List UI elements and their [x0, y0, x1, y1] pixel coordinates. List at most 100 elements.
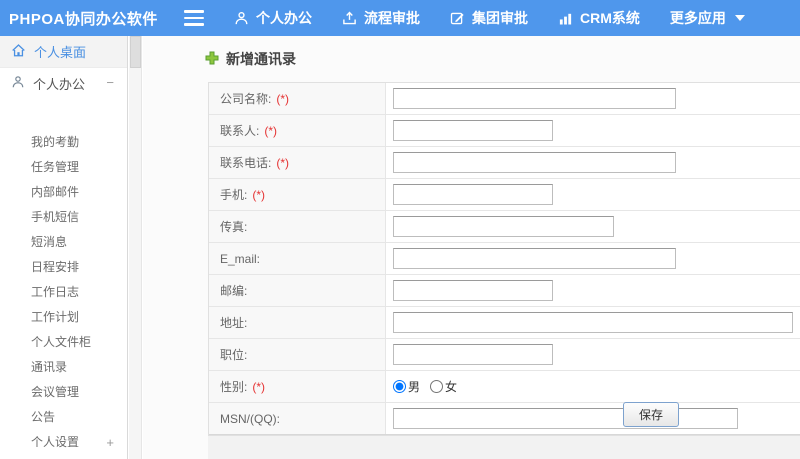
sidebar-item-5[interactable]: 日程安排	[0, 255, 127, 280]
caret-down-icon	[733, 15, 745, 21]
sidebar-item-8[interactable]: 个人文件柜	[0, 330, 127, 355]
gender-radio-label-0[interactable]: 男	[408, 378, 420, 395]
sidebar-item-0[interactable]: 我的考勤	[0, 130, 127, 155]
nav-item-4[interactable]: 更多应用	[670, 8, 745, 28]
company-name-input[interactable]	[393, 88, 676, 109]
sidebar-item-10[interactable]: 会议管理	[0, 380, 127, 405]
sidebar-item-11[interactable]: 公告	[0, 405, 127, 430]
gender-label: 性别: (*)	[209, 371, 386, 402]
fax-label: 传真:	[209, 211, 386, 242]
expand-icon[interactable]: +	[106, 430, 114, 455]
zip-code-input[interactable]	[393, 280, 553, 301]
address-label: 地址:	[209, 307, 386, 338]
sidebar: 个人桌面 个人办公 − 我的考勤任务管理内部邮件手机短信短消息日程安排工作日志工…	[0, 36, 128, 459]
sidebar-item-label: 个人设置	[31, 435, 80, 449]
sidebar-item-2[interactable]: 内部邮件	[0, 180, 127, 205]
form-footer	[208, 436, 800, 459]
person-icon	[11, 75, 25, 92]
form-row-address: 地址:	[209, 307, 800, 339]
zip-code-label: 邮编:	[209, 275, 386, 306]
sidebar-item-label: 我的考勤	[31, 135, 80, 149]
sidebar-item-label: 公告	[31, 410, 56, 424]
menu-icon[interactable]	[184, 10, 204, 26]
save-button[interactable]: 保存	[623, 402, 679, 427]
sidebar-item-3[interactable]: 手机短信	[0, 205, 127, 230]
sidebar-item-label: 日程安排	[31, 260, 80, 274]
form-row-email: E_mail:	[209, 243, 800, 275]
contact-phone-field-cell	[386, 147, 800, 178]
sidebar-item-13[interactable]: 通知	[0, 455, 127, 459]
sidebar-item-12[interactable]: 个人设置 +	[0, 430, 127, 455]
gender-radio-label-1[interactable]: 女	[445, 378, 457, 395]
plus-icon	[205, 51, 219, 68]
required-mark: (*)	[276, 155, 290, 170]
sidebar-item-1[interactable]: 任务管理	[0, 155, 127, 180]
mobile-label: 手机: (*)	[209, 179, 386, 210]
sidebar-item-label: 工作日志	[31, 285, 80, 299]
address-input[interactable]	[393, 312, 793, 333]
sidebar-item-4[interactable]: 短消息	[0, 230, 127, 255]
sidebar-item-desktop[interactable]: 个人桌面	[0, 36, 127, 68]
form-row-contact-phone: 联系电话: (*)	[209, 147, 800, 179]
form-row-gender: 性别: (*) 男女	[209, 371, 800, 403]
mobile-input[interactable]	[393, 184, 553, 205]
sidebar-item-personal-office[interactable]: 个人办公 −	[0, 68, 127, 98]
address-field-cell	[386, 307, 800, 338]
nav-item-label: 个人办公	[256, 10, 312, 26]
email-input[interactable]	[393, 248, 676, 269]
required-mark: (*)	[252, 379, 266, 394]
contact-person-field-cell	[386, 115, 800, 146]
msn-qq-input[interactable]	[393, 408, 738, 429]
form-row-contact-person: 联系人: (*)	[209, 115, 800, 147]
sidebar-item-6[interactable]: 工作日志	[0, 280, 127, 305]
form-row-zip-code: 邮编:	[209, 275, 800, 307]
required-mark: (*)	[276, 91, 290, 106]
collapse-icon[interactable]: −	[106, 68, 114, 98]
sidebar-scrollbar[interactable]	[129, 36, 142, 459]
form-row-mobile: 手机: (*)	[209, 179, 800, 211]
home-icon	[11, 43, 26, 61]
fax-input[interactable]	[393, 216, 614, 237]
mobile-field-cell	[386, 179, 800, 210]
app-header: PHPOA协同办公软件 个人办公 流程审批 集团审批 CRM系统 更多应用	[0, 0, 800, 36]
gender-field-cell: 男女	[386, 371, 800, 402]
email-field-cell	[386, 243, 800, 274]
top-nav: 个人办公 流程审批 集团审批 CRM系统 更多应用	[234, 8, 775, 28]
sidebar-item-label: 个人办公	[33, 76, 86, 92]
main-content: 新增通讯录 公司名称: (*) 联系人: (*) 联系电话: (*) 手机: (*) 传真: E_…	[143, 36, 800, 459]
sidebar-item-label: 任务管理	[31, 160, 80, 174]
form-row-fax: 传真:	[209, 211, 800, 243]
nav-item-0[interactable]: 个人办公	[234, 8, 312, 28]
nav-item-1[interactable]: 流程审批	[342, 8, 420, 28]
sidebar-item-label: 通讯录	[31, 360, 68, 374]
nav-item-label: 更多应用	[669, 10, 726, 26]
sidebar-item-label: 手机短信	[31, 210, 80, 224]
nav-item-3[interactable]: CRM系统	[558, 8, 640, 28]
nav-item-label: CRM系统	[580, 10, 640, 26]
contact-person-input[interactable]	[393, 120, 553, 141]
sidebar-sub-list: 我的考勤任务管理内部邮件手机短信短消息日程安排工作日志工作计划个人文件柜通讯录会…	[0, 130, 127, 459]
gender-radio-1[interactable]	[430, 380, 444, 393]
position-input[interactable]	[393, 344, 553, 365]
contact-phone-input[interactable]	[393, 152, 676, 173]
company-name-field-cell	[386, 83, 800, 114]
sidebar-item-label: 个人文件柜	[31, 335, 92, 349]
chart-icon	[558, 11, 573, 26]
required-mark: (*)	[252, 187, 266, 202]
sidebar-item-7[interactable]: 工作计划	[0, 305, 127, 330]
nav-item-label: 流程审批	[364, 10, 420, 26]
contact-person-label: 联系人: (*)	[209, 115, 386, 146]
position-label: 职位:	[209, 339, 386, 370]
position-field-cell	[386, 339, 800, 370]
gender-radio-group: 男女	[393, 378, 467, 395]
form-row-company-name: 公司名称: (*)	[209, 83, 800, 115]
nav-item-label: 集团审批	[472, 10, 528, 26]
scrollbar-thumb[interactable]	[130, 36, 141, 68]
gender-radio-0[interactable]	[393, 380, 406, 393]
page-title-text: 新增通讯录	[226, 51, 296, 67]
nav-item-2[interactable]: 集团审批	[450, 8, 528, 28]
msn-qq-field-cell	[386, 403, 800, 434]
sidebar-item-label: 个人桌面	[34, 45, 87, 60]
sidebar-item-9[interactable]: 通讯录	[0, 355, 127, 380]
zip-code-field-cell	[386, 275, 800, 306]
